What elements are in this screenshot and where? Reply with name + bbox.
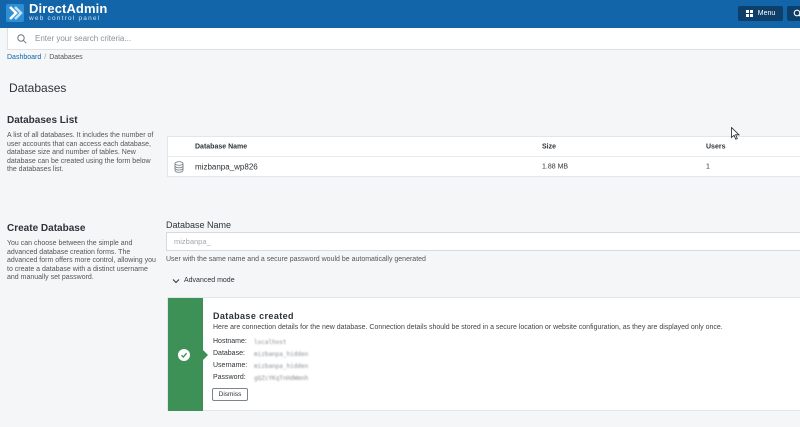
advanced-mode-label: Advanced mode [184,277,235,284]
brand-name: DirectAdmin [29,1,108,16]
column-users[interactable]: Users [706,143,725,150]
directadmin-logo-icon [6,4,24,22]
alert-title: Database created [213,311,294,321]
search-bar [7,28,800,50]
header-search-button[interactable] [787,6,800,21]
logo[interactable]: DirectAdmin web control panel [6,1,108,23]
search-icon [17,33,27,44]
hostname-value: localhost [254,339,287,346]
alert-message: Here are connection details for the new … [213,324,723,331]
database-name-hint: User with the same name and a secure pas… [166,256,426,263]
top-bar: DirectAdmin web control panel Menu [0,0,800,28]
database-icon [174,161,184,173]
database-name[interactable]: mizbanpa_wp826 [195,163,258,172]
databases-table: Database Name Size Users mizbanpa_wp826 … [167,136,800,177]
search-icon [793,9,800,17]
dismiss-button[interactable]: Dismiss [212,388,248,401]
password-value: gQZcYKqTnHdWmnh [254,375,309,382]
database-users: 1 [706,163,710,171]
mouse-cursor-icon [731,127,740,140]
menu-button-label: Menu [757,10,776,17]
advanced-mode-toggle[interactable]: Advanced mode [172,277,235,284]
alert-notch [203,350,208,360]
breadcrumb: Dashboard / Databases [7,54,83,61]
column-database-name[interactable]: Database Name [195,143,247,150]
alert-accent-bar [168,298,203,411]
database-size: 1.88 MB [542,163,569,171]
column-size[interactable]: Size [542,143,556,150]
chevron-down-icon [172,278,180,283]
hostname-label: Hostname: [213,338,247,345]
breadcrumb-separator: / [44,54,47,61]
create-database-title: Create Database [7,223,86,234]
check-icon [178,349,190,361]
database-created-alert: Database created Here are connection det… [167,297,800,411]
username-label: Username: [213,362,248,369]
create-database-description: You can choose between the simple and ad… [7,240,156,282]
menu-button[interactable]: Menu [738,6,783,21]
databases-list-title: Databases List [7,115,78,126]
search-input[interactable] [35,34,435,43]
breadcrumb-dashboard[interactable]: Dashboard [7,54,41,61]
table-row[interactable]: mizbanpa_wp826 1.88 MB 1 [168,157,800,177]
databases-list-description: A list of all databases. It includes the… [7,132,154,174]
breadcrumb-databases: Databases [49,54,83,61]
database-name-input[interactable] [166,232,800,251]
brand-tagline: web control panel [29,15,101,22]
table-header: Database Name Size Users [168,137,800,157]
database-label: Database: [213,350,245,357]
database-value: mizbanpa_hidden [254,351,309,358]
password-label: Password: [213,374,246,381]
database-name-label: Database Name [166,220,232,230]
page-title: Databases [9,81,67,95]
username-value: mizbanpa_hidden [254,363,309,370]
grid-icon [745,10,753,17]
